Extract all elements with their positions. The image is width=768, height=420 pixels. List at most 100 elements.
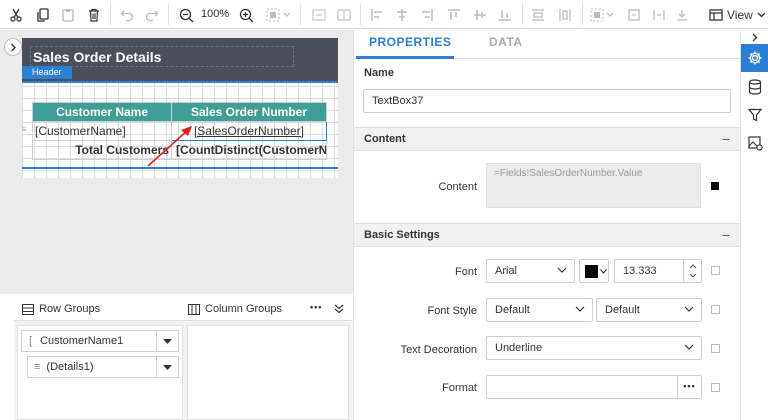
align-right-icon[interactable]	[417, 5, 437, 25]
font-size-input[interactable]: 13.333	[614, 259, 702, 283]
data-tab-button[interactable]	[741, 74, 768, 100]
row-groups-list: [ CustomerName1 ≡ (Details1)	[17, 325, 183, 420]
section-title: Basic Settings	[364, 229, 440, 241]
text-decoration-label: Text Decoration	[400, 344, 477, 356]
format-more-button[interactable]: •••	[677, 376, 701, 398]
text-decoration-expression-checkbox[interactable]	[711, 344, 720, 353]
grouping-header: Row Groups Column Groups •••	[14, 297, 353, 321]
annotation-arrow	[147, 126, 192, 167]
format-input[interactable]: •••	[486, 375, 702, 399]
chevron-down-icon	[684, 344, 694, 350]
chevron-down-icon[interactable]	[689, 273, 697, 278]
expand-panel-button[interactable]	[4, 38, 22, 56]
toolbar-separator	[300, 4, 301, 25]
image-settings-tab-button[interactable]	[741, 130, 768, 156]
more-options-button[interactable]: •••	[310, 302, 322, 312]
zoom-in-icon[interactable]	[236, 5, 256, 25]
collapse-icon[interactable]: −	[722, 131, 730, 147]
toolbar: 100% View	[0, 0, 768, 29]
chevron-down-icon	[557, 267, 567, 273]
snap-icon[interactable]	[672, 5, 692, 25]
filter-icon	[748, 108, 762, 122]
view-icon	[709, 9, 723, 21]
basic-settings-section-header[interactable]: Basic Settings −	[354, 223, 740, 247]
cut-icon[interactable]	[6, 5, 26, 25]
chevron-up-icon[interactable]	[689, 264, 697, 269]
font-style-expression-checkbox[interactable]	[711, 305, 720, 314]
chevron-down-icon	[600, 268, 607, 274]
distribute-vertical-icon[interactable]	[555, 5, 575, 25]
collapse-panel-icon[interactable]	[334, 304, 344, 314]
align-top-icon[interactable]	[444, 5, 464, 25]
table-header-cell[interactable]: Sales Order Number	[171, 102, 327, 122]
align-middle-icon[interactable]	[470, 5, 490, 25]
row-group-item[interactable]: ≡ (Details1)	[27, 356, 179, 378]
font-label: Font	[454, 266, 477, 278]
expression-indicator[interactable]	[711, 182, 719, 190]
copy-icon[interactable]	[33, 5, 53, 25]
font-family-select[interactable]: Arial	[486, 259, 575, 283]
chevron-down-icon	[684, 306, 694, 312]
row-group-item[interactable]: [ CustomerName1	[21, 330, 179, 352]
align-bottom-icon[interactable]	[495, 5, 515, 25]
select-tool-icon[interactable]	[265, 5, 295, 25]
text-decoration-select[interactable]: Underline	[486, 336, 702, 360]
name-value: TextBox37	[372, 95, 424, 107]
caret-down-icon	[163, 364, 172, 370]
distribute-icon[interactable]	[528, 5, 548, 25]
tab-data[interactable]: DATA	[489, 35, 523, 49]
table-header-row: Customer Name Sales Order Number	[32, 102, 327, 122]
content-value: =Fields!SalesOrderNumber.Value	[494, 168, 643, 179]
zoom-out-icon[interactable]	[176, 5, 196, 25]
view-menu-button[interactable]: View	[709, 6, 766, 24]
delete-icon[interactable]	[84, 5, 104, 25]
properties-tab-button[interactable]	[741, 44, 768, 72]
merge-cells-icon[interactable]	[309, 5, 329, 25]
database-icon	[748, 79, 762, 95]
spacing-icon[interactable]	[649, 5, 669, 25]
font-size-spinner[interactable]	[683, 260, 701, 282]
column-groups-title: Column Groups	[205, 303, 283, 315]
tab-properties[interactable]: PROPERTIES	[369, 35, 451, 49]
column-groups-icon	[188, 303, 200, 315]
paste-icon[interactable]	[58, 5, 78, 25]
font-weight-select[interactable]: Default	[596, 298, 702, 322]
report-title: Sales Order Details	[33, 49, 162, 65]
name-input[interactable]: TextBox37	[363, 89, 731, 113]
toolbar-separator	[582, 4, 583, 25]
font-family-value: Arial	[495, 265, 518, 277]
group-bracket-icon: [	[29, 335, 33, 347]
row-group-label: (Details1)	[46, 361, 94, 373]
row-handle-icon[interactable]: ≡	[22, 125, 30, 135]
font-size-value: 13.333	[623, 265, 657, 277]
collapse-icon[interactable]: −	[722, 227, 730, 243]
format-expression-checkbox[interactable]	[711, 383, 720, 392]
collapse-properties-button[interactable]	[741, 30, 768, 44]
undo-icon[interactable]	[117, 5, 137, 25]
content-expression[interactable]: =Fields!SalesOrderNumber.Value	[486, 163, 701, 208]
chevron-right-icon	[752, 33, 758, 41]
group-dropdown-button[interactable]	[156, 331, 178, 351]
align-left-icon[interactable]	[367, 5, 387, 25]
filter-tab-button[interactable]	[741, 102, 768, 128]
font-style-value: Default	[495, 304, 530, 316]
details-icon: ≡	[34, 361, 41, 373]
font-color-picker[interactable]	[579, 259, 609, 283]
column-groups-header: Column Groups	[188, 303, 282, 315]
split-cells-icon[interactable]	[334, 5, 354, 25]
font-expression-checkbox[interactable]	[711, 266, 720, 275]
table-header-cell[interactable]: Customer Name	[32, 102, 172, 122]
report-canvas[interactable]: Sales Order Details Header ≡ Customer Na…	[22, 38, 338, 178]
content-section-header[interactable]: Content −	[354, 127, 740, 151]
toolbar-separator	[110, 4, 111, 25]
arrange-icon[interactable]	[589, 5, 617, 25]
group-dropdown-button[interactable]	[156, 357, 178, 377]
view-label: View	[727, 8, 753, 22]
redo-icon[interactable]	[142, 5, 162, 25]
font-style-select[interactable]: Default	[486, 298, 593, 322]
font-weight-value: Default	[605, 304, 640, 316]
table-cell-text: [SalesOrderNumber]	[193, 124, 305, 138]
align-center-icon[interactable]	[392, 5, 412, 25]
image-settings-icon	[747, 135, 763, 151]
size-icon[interactable]	[624, 5, 644, 25]
